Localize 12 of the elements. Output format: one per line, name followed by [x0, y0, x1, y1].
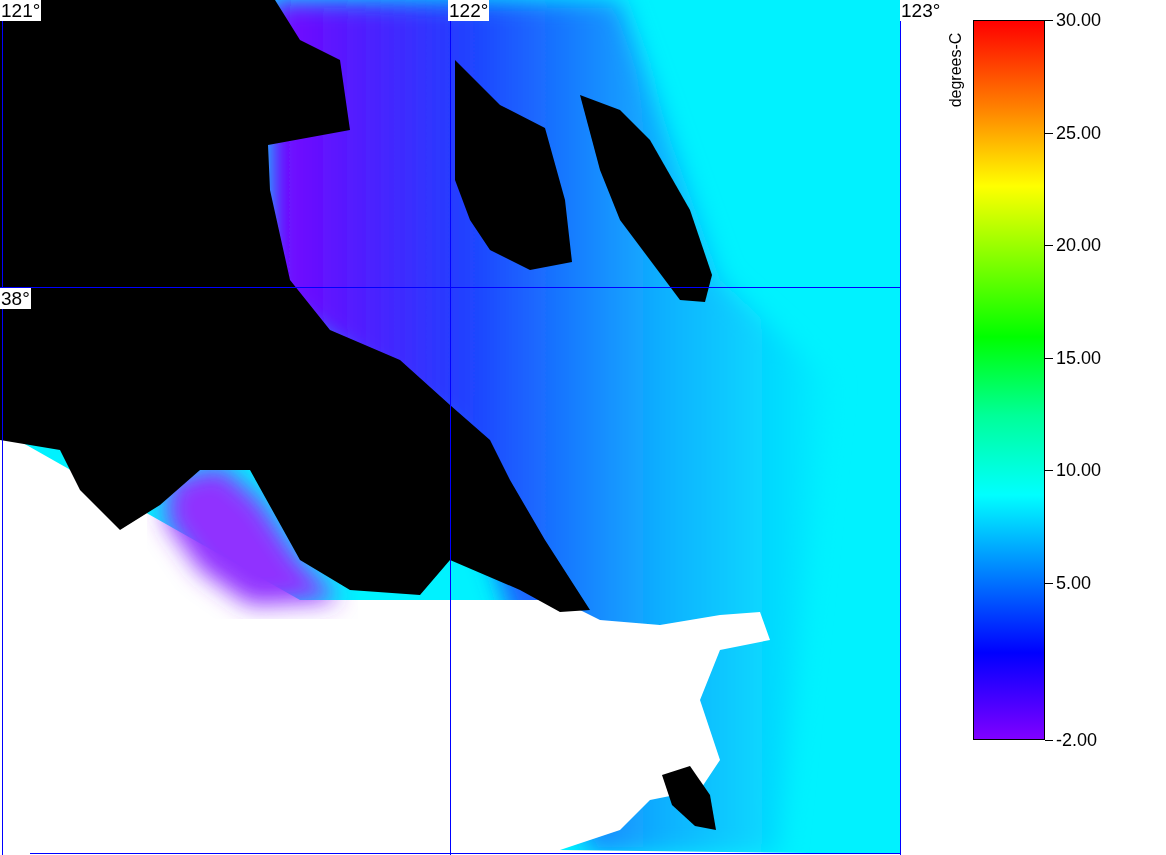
- longitude-label: 122°: [448, 0, 490, 21]
- scale-tick-label: 15.00: [1056, 347, 1102, 368]
- unit-label: degrees-C: [946, 31, 965, 110]
- latitude-label: 38°: [0, 288, 31, 309]
- scale-tick-label: 25.00: [1056, 122, 1102, 143]
- scale-tick-label: 20.00: [1056, 235, 1102, 255]
- longitude-label: 121°: [0, 0, 42, 21]
- scale-tick-label: -2.00: [1056, 730, 1098, 750]
- longitude-label: 123°: [900, 0, 942, 21]
- scale-tick-label: 30.00: [1056, 10, 1102, 30]
- scale-tick-label: 10.00: [1056, 460, 1102, 480]
- scale-tick-label: 5.00: [1056, 572, 1092, 593]
